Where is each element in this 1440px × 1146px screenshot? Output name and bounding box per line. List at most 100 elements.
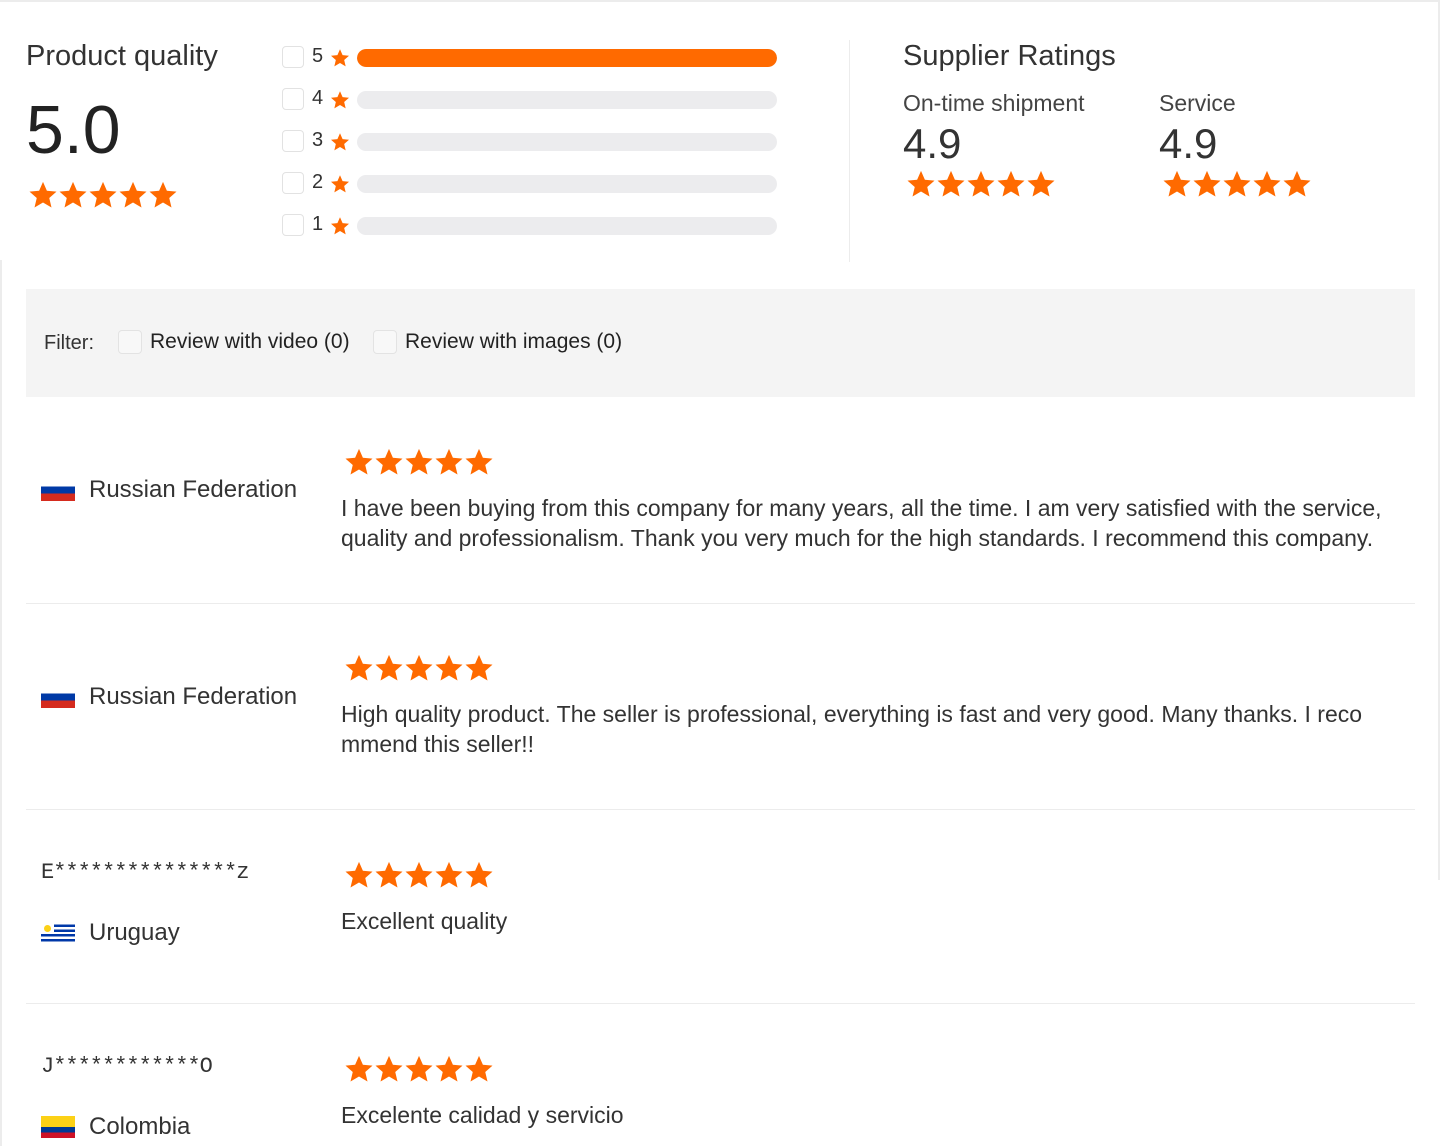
supplier-rating-stars [906, 169, 1085, 199]
ru-flag-icon [41, 479, 75, 501]
star-icon [405, 861, 433, 888]
star-icon [375, 448, 403, 475]
review-country: Uruguay [41, 919, 180, 947]
star-icon [375, 654, 403, 681]
review-country-name: Uruguay [89, 919, 180, 946]
supplier-rating-service: Service 4.9 [1159, 90, 1312, 199]
review-country-name: Russian Federation [89, 476, 298, 503]
star-icon [149, 181, 177, 208]
filter-images-label: Review with images (0) [405, 330, 623, 353]
star-icon [331, 175, 349, 193]
star-icon [330, 216, 350, 236]
star-icon [345, 1055, 373, 1082]
star-icon [1253, 170, 1281, 197]
distribution-bar-track [357, 49, 777, 67]
review-text: I have been buying from this company for… [341, 495, 1382, 551]
product-quality-title: Product quality [26, 40, 218, 72]
star-icon [1027, 170, 1055, 197]
review-username: E***************z [41, 860, 249, 885]
distribution-bar-track [357, 91, 777, 109]
star-icon [330, 132, 350, 152]
review-country: Russian Federation [41, 476, 297, 504]
star-icon [1223, 170, 1251, 197]
filter-label: Filter: [44, 332, 94, 354]
distribution-checkbox[interactable] [282, 88, 304, 110]
distribution-label: 3 [312, 129, 324, 151]
star-icon [405, 1055, 433, 1082]
star-icon [435, 448, 463, 475]
star-icon [345, 654, 373, 681]
distribution-row-4[interactable]: 4 [280, 86, 780, 112]
filter-images-checkbox[interactable] [373, 330, 397, 354]
star-icon [435, 1055, 463, 1082]
review-text: High quality product. The seller is prof… [341, 701, 1363, 757]
filter-video-option[interactable]: Review with video (0) [118, 330, 350, 354]
review-stars [344, 447, 494, 477]
star-icon [405, 654, 433, 681]
filter-bar: Filter: Review with video (0) Review wit… [26, 289, 1415, 397]
star-icon [89, 181, 117, 208]
star-icon [330, 174, 350, 194]
supplier-rating-score: 4.9 [1159, 120, 1218, 167]
review-text: Excelente calidad y servicio [341, 1102, 624, 1128]
star-icon [967, 170, 995, 197]
review-country-name: Colombia [89, 1113, 191, 1140]
ru-flag-icon [41, 686, 75, 708]
star-icon [29, 181, 57, 208]
star-icon [997, 170, 1025, 197]
distribution-bar-track [357, 217, 777, 235]
star-icon [330, 90, 350, 110]
star-icon [119, 181, 147, 208]
review-country-name: Russian Federation [89, 683, 298, 710]
star-icon [345, 861, 373, 888]
distribution-checkbox[interactable] [282, 214, 304, 236]
supplier-rating-shipment: On-time shipment 4.9 [903, 90, 1085, 199]
product-quality-stars [28, 180, 178, 210]
distribution-checkbox[interactable] [282, 46, 304, 68]
product-quality-score: 5.0 [26, 92, 121, 168]
star-icon [331, 49, 349, 67]
star-icon [330, 48, 350, 68]
distribution-row-3[interactable]: 3 [280, 128, 780, 154]
distribution-bar-track [357, 175, 777, 193]
star-icon [435, 861, 463, 888]
star-icon [937, 170, 965, 197]
star-icon [405, 448, 433, 475]
star-icon [465, 654, 493, 681]
distribution-label: 2 [312, 171, 324, 193]
distribution-row-1[interactable]: 1 [280, 212, 780, 238]
review-country: Russian Federation [41, 683, 297, 711]
distribution-bar-fill [357, 49, 777, 67]
star-icon [331, 217, 349, 235]
supplier-rating-score: 4.9 [903, 120, 962, 167]
frame-border-left [0, 260, 2, 1146]
star-icon [375, 1055, 403, 1082]
distribution-checkbox[interactable] [282, 172, 304, 194]
star-icon [331, 91, 349, 109]
distribution-checkbox[interactable] [282, 130, 304, 152]
star-icon [1283, 170, 1311, 197]
filter-images-option[interactable]: Review with images (0) [373, 330, 622, 354]
distribution-label: 4 [312, 87, 324, 109]
review-item: E***************z Uruguay Excellent qual… [26, 810, 1415, 1003]
review-stars [344, 653, 494, 683]
distribution-row-5[interactable]: 5 [280, 44, 780, 70]
review-country: Colombia [41, 1113, 190, 1141]
distribution-label: 1 [312, 213, 324, 235]
star-icon [465, 1055, 493, 1082]
review-stars [344, 860, 494, 890]
star-icon [345, 448, 373, 475]
supplier-rating-label: On-time shipment [903, 90, 1085, 116]
filter-video-checkbox[interactable] [118, 330, 142, 354]
uy-flag-icon [41, 922, 75, 944]
review-stars [344, 1054, 494, 1084]
star-icon [465, 448, 493, 475]
distribution-row-2[interactable]: 2 [280, 170, 780, 196]
filter-video-label: Review with video (0) [150, 330, 350, 353]
supplier-rating-label: Service [1159, 90, 1236, 116]
review-item: Russian Federation High quality product.… [26, 604, 1415, 809]
review-text: Excellent quality [341, 908, 508, 934]
frame-border-top [0, 0, 1440, 2]
star-icon [331, 133, 349, 151]
review-item: J************O Colombia Excelente calida… [26, 1004, 1415, 1146]
